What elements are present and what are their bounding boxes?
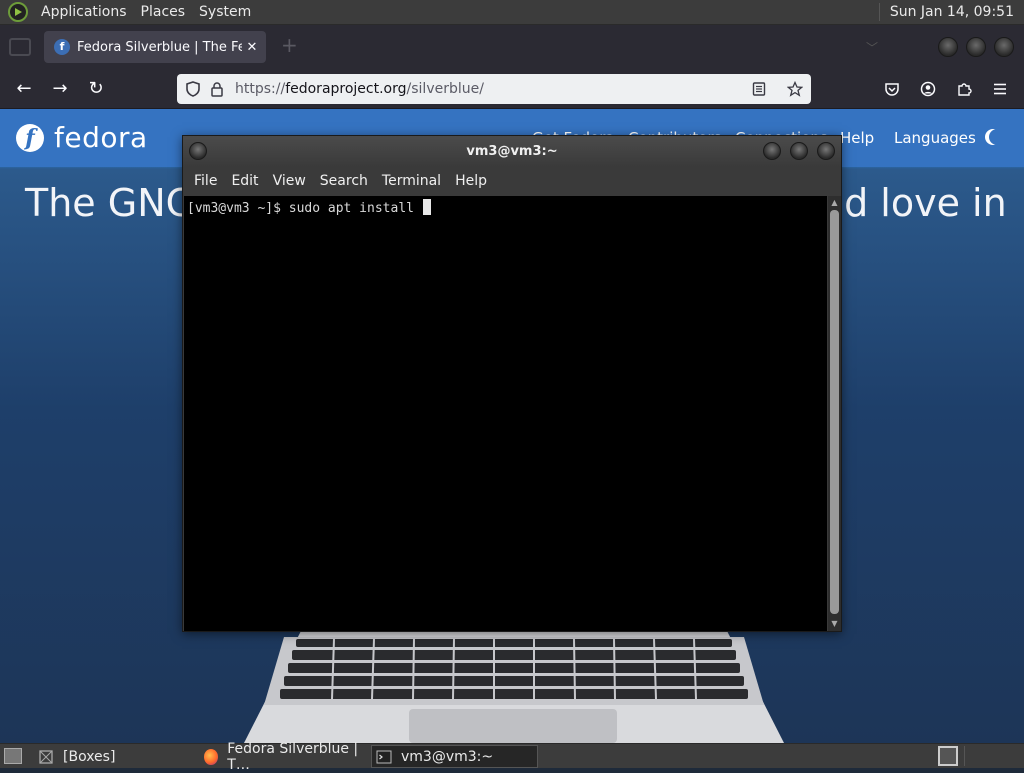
pocket-icon[interactable]: [884, 81, 900, 97]
firefox-icon: [204, 748, 219, 765]
fedora-logo[interactable]: f fedora: [16, 121, 148, 154]
url-prefix: https://: [235, 81, 286, 97]
close-window-button[interactable]: [817, 142, 835, 160]
show-desktop-icon[interactable]: [4, 748, 22, 764]
menu-edit[interactable]: Edit: [224, 173, 265, 189]
terminal-titlebar[interactable]: vm3@vm3:~: [183, 136, 841, 167]
fedora-icon: f: [16, 123, 44, 152]
shield-icon[interactable]: [185, 81, 201, 97]
scrollbar-thumb[interactable]: [830, 210, 839, 614]
minimize-button[interactable]: [763, 142, 781, 160]
text-cursor: [422, 199, 431, 215]
terminal-window[interactable]: vm3@vm3:~ File Edit View Search Terminal…: [182, 135, 842, 632]
chevron-down-icon[interactable]: ﹀: [866, 39, 878, 56]
close-tab-icon[interactable]: ✕: [242, 40, 262, 55]
url-domain: fedoraproject.org: [285, 81, 407, 97]
bottom-panel: [Boxes] Fedora Silverblue | T… vm3@vm3:~: [0, 741, 1024, 773]
nav-help[interactable]: Help: [840, 129, 874, 147]
new-tab-button[interactable]: +: [281, 35, 298, 55]
account-icon[interactable]: [920, 81, 936, 97]
hero-heading-right: nd love in: [820, 181, 1007, 225]
menu-view[interactable]: View: [266, 173, 313, 189]
tab-fedora-silverblue[interactable]: f Fedora Silverblue | The Fedo ✕: [44, 31, 266, 63]
menu-applications[interactable]: Applications: [34, 0, 134, 25]
scroll-down-icon[interactable]: ▼: [829, 619, 840, 629]
back-icon[interactable]: ←: [12, 77, 36, 101]
boxes-icon: [39, 749, 53, 764]
menu-file[interactable]: File: [187, 173, 224, 189]
top-panel: Applications Places System Sun Jan 14, 0…: [0, 0, 1024, 25]
terminal-prompt-line: [vm3@vm3 ~]$ sudo apt install: [187, 201, 422, 216]
dark-mode-moon-icon[interactable]: [989, 129, 1005, 145]
nav-bar: ← → ↻ https://fedoraproject.org/silverbl…: [0, 69, 1024, 109]
menu-places[interactable]: Places: [134, 0, 193, 25]
fedora-icon: f: [54, 39, 70, 55]
taskbar-item-boxes[interactable]: [Boxes]: [34, 745, 194, 768]
maximize-button[interactable]: [790, 142, 808, 160]
window-controls: [938, 37, 1014, 57]
lock-icon[interactable]: [209, 81, 225, 97]
close-window-button[interactable]: [994, 37, 1014, 57]
nav-languages[interactable]: Languages: [894, 129, 976, 147]
distro-logo-icon[interactable]: [8, 2, 28, 22]
taskbar-item-terminal[interactable]: vm3@vm3:~: [371, 745, 538, 768]
bookmark-star-icon[interactable]: [787, 81, 803, 97]
workspace-switcher[interactable]: [938, 746, 958, 766]
workspace-switcher-empty[interactable]: [964, 746, 1020, 766]
tab-title: Fedora Silverblue | The Fedo: [77, 39, 242, 55]
terminal-menubar: File Edit View Search Terminal Help: [183, 167, 841, 195]
menu-icon[interactable]: [992, 81, 1008, 97]
window-menu-button[interactable]: [189, 142, 207, 160]
tab-list-icon[interactable]: [9, 38, 31, 56]
laptop-illustration: [244, 625, 784, 743]
terminal-icon: [376, 750, 392, 763]
terminal-scrollbar[interactable]: ▲ ▼: [828, 196, 841, 631]
url-actions: [743, 81, 803, 97]
menu-help[interactable]: Help: [448, 173, 494, 189]
minimize-button[interactable]: [938, 37, 958, 57]
forward-icon[interactable]: →: [48, 77, 72, 101]
reader-view-icon[interactable]: [751, 81, 767, 97]
menu-system[interactable]: System: [192, 0, 258, 25]
maximize-button[interactable]: [966, 37, 986, 57]
menu-search[interactable]: Search: [313, 173, 375, 189]
terminal-title: vm3@vm3:~: [466, 144, 558, 159]
url-bar[interactable]: https://fedoraproject.org/silverblue/: [177, 74, 811, 104]
clock[interactable]: Sun Jan 14, 09:51: [878, 3, 1020, 21]
scroll-up-icon[interactable]: ▲: [829, 198, 840, 208]
fedora-logo-text: fedora: [54, 121, 148, 154]
tab-bar: f Fedora Silverblue | The Fedo ✕ + ﹀: [0, 25, 1024, 69]
url-path: /silverblue/: [406, 81, 484, 97]
reload-icon[interactable]: ↻: [84, 77, 108, 101]
main-menu: Applications Places System: [0, 0, 258, 25]
hero-heading-left: The GNC: [25, 181, 193, 225]
url-text[interactable]: https://fedoraproject.org/silverblue/: [235, 81, 484, 97]
extensions-icon[interactable]: [956, 81, 972, 97]
terminal-output[interactable]: [vm3@vm3 ~]$ sudo apt install: [184, 196, 827, 631]
taskbar-item-firefox[interactable]: Fedora Silverblue | T…: [200, 741, 368, 773]
taskbar-label: vm3@vm3:~: [401, 748, 494, 765]
menu-terminal[interactable]: Terminal: [375, 173, 448, 189]
taskbar-label: [Boxes]: [63, 748, 116, 765]
